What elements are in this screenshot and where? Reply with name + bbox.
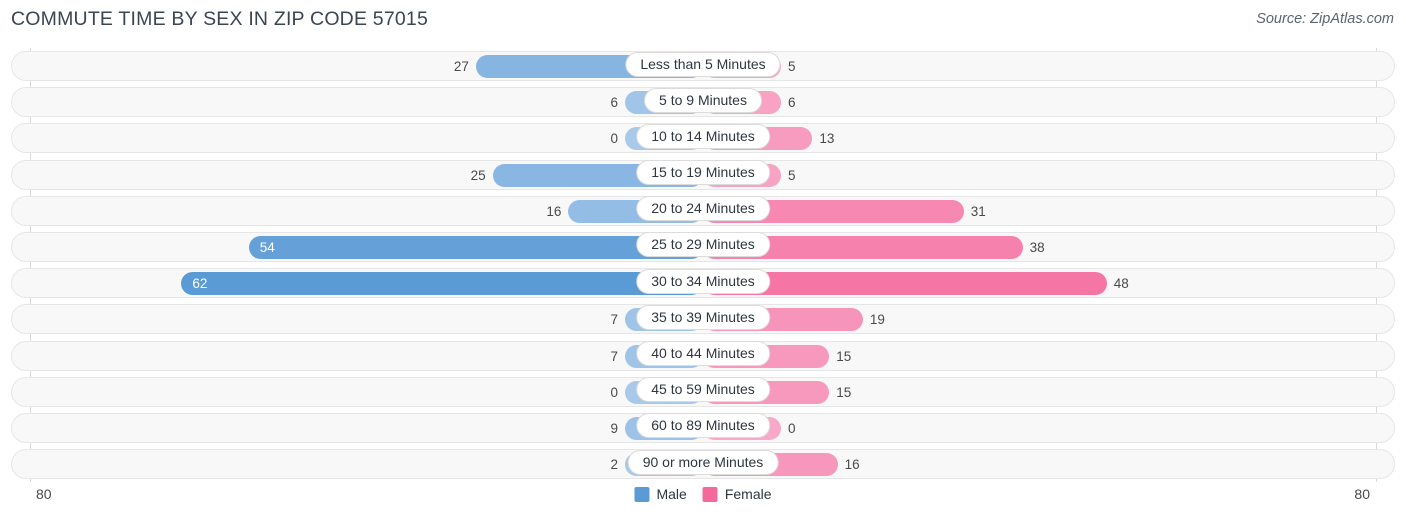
bar-value-female: 31 [970,203,986,219]
bar-row[interactable]: 7 15 40 to 44 Minutes [0,338,1406,374]
bar-row[interactable]: 27 5 Less than 5 Minutes [0,48,1406,84]
bar-row[interactable]: 16 31 20 to 24 Minutes [0,193,1406,229]
bar-male[interactable] [248,235,703,259]
chart-footer: 80 80 Male Female [0,482,1406,522]
bar-row[interactable]: 62 48 30 to 34 Minutes [0,265,1406,301]
bar-row[interactable]: 7 19 35 to 39 Minutes [0,301,1406,337]
bar-row[interactable]: 25 5 15 to 19 Minutes [0,157,1406,193]
bar-value-male: 9 [610,420,618,436]
bar-value-female: 13 [819,131,835,147]
bar-value-male: 0 [610,384,618,400]
category-label: 35 to 39 Minutes [636,304,770,330]
bar-value-male: 6 [610,95,618,111]
category-label: 15 to 19 Minutes [636,160,770,186]
bar-value-male: 2 [610,457,618,473]
bar-value-male: 0 [610,131,618,147]
category-label: 60 to 89 Minutes [636,413,770,439]
category-label: 90 or more Minutes [627,449,779,475]
category-label: Less than 5 Minutes [625,51,781,77]
category-label: 20 to 24 Minutes [636,196,770,222]
bar-value-male: 62 [192,276,208,292]
category-label: 30 to 34 Minutes [636,268,770,294]
axis-max-right: 80 [1354,486,1370,502]
bar-value-female: 5 [788,59,796,74]
category-label: 10 to 14 Minutes [636,123,770,149]
bar-value-male: 54 [259,239,275,255]
legend-item[interactable]: Female [702,486,772,502]
bar-rows: 27 5 Less than 5 Minutes 6 6 5 to 9 Minutes 0 1… [0,48,1406,482]
category-label: 45 to 59 Minutes [636,377,770,403]
bar-row[interactable]: 2 16 90 or more Minutes [0,446,1406,482]
bar-value-female: 16 [844,457,860,473]
bar-value-male: 25 [470,167,486,183]
legend-swatch-icon [634,486,650,502]
bar-value-female: 6 [788,95,796,111]
category-label: 5 to 9 Minutes [644,87,762,113]
bar-value-male: 7 [610,312,618,328]
bar-row[interactable]: 0 13 10 to 14 Minutes [0,120,1406,156]
bar-value-female: 5 [788,167,796,183]
category-label: 25 to 29 Minutes [636,232,770,258]
bar-value-male: 7 [610,348,618,364]
bar-value-female: 38 [1029,239,1045,255]
bar-value-female: 48 [1113,276,1129,292]
chart-plot-area: 27 5 Less than 5 Minutes 6 6 5 to 9 Minutes 0 1… [0,48,1406,482]
bar-row[interactable]: 54 38 25 to 29 Minutes [0,229,1406,265]
bar-value-female: 15 [836,348,852,364]
bar-male[interactable] [181,272,703,296]
bar-value-female: 0 [788,420,796,436]
bar-value-male: 16 [546,203,562,219]
bar-value-female: 15 [836,384,852,400]
axis-max-left: 80 [36,486,52,502]
bar-row[interactable]: 0 15 45 to 59 Minutes [0,374,1406,410]
source-attribution: Source: ZipAtlas.com [1256,11,1394,27]
legend-swatch-icon [702,486,718,502]
page-title: COMMUTE TIME BY SEX IN ZIP CODE 57015 [11,8,429,30]
legend-label: Female [724,486,772,502]
bar-value-male: 27 [453,59,469,74]
chart-page: COMMUTE TIME BY SEX IN ZIP CODE 57015 So… [0,0,1406,522]
chart-legend: Male Female [634,486,772,502]
category-label: 40 to 44 Minutes [636,341,770,366]
bar-row[interactable]: 9 0 60 to 89 Minutes [0,410,1406,446]
legend-item[interactable]: Male [634,486,687,502]
bar-value-female: 19 [869,312,885,328]
legend-label: Male [656,486,687,502]
bar-row[interactable]: 6 6 5 to 9 Minutes [0,84,1406,120]
